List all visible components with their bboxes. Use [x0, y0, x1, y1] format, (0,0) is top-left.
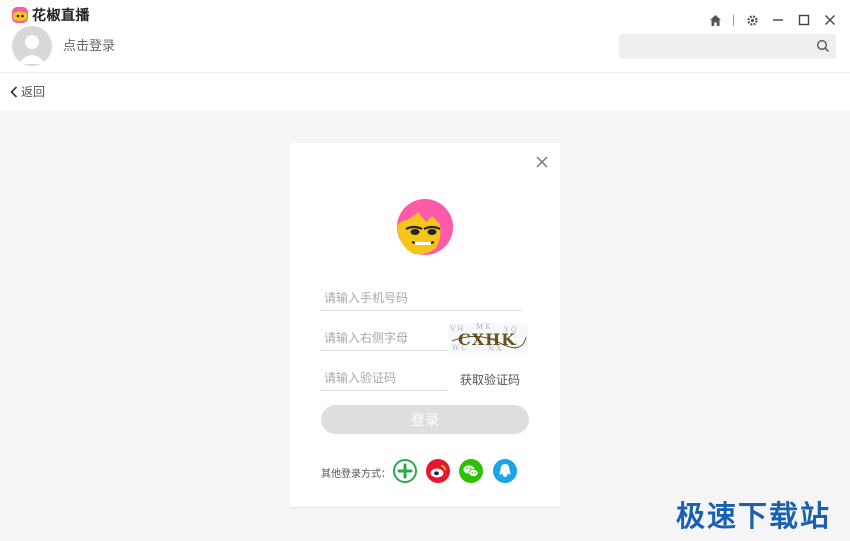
maximize-button[interactable]	[796, 12, 812, 28]
app-title: 花椒直播	[32, 7, 90, 23]
watermark: 极速下载站	[676, 501, 832, 533]
close-icon	[825, 15, 835, 25]
login-wechat-button[interactable]	[459, 459, 483, 483]
search-icon[interactable]	[816, 39, 830, 53]
login-360-button[interactable]	[393, 459, 417, 483]
qq-icon	[499, 464, 511, 477]
settings-button[interactable]	[744, 12, 760, 28]
chevron-left-icon	[10, 85, 18, 98]
get-code-button[interactable]: 获取验证码	[460, 371, 520, 388]
gear-icon	[746, 14, 758, 26]
search-input[interactable]	[619, 34, 809, 59]
captcha-letters-input[interactable]	[321, 325, 447, 351]
mascot-logo	[397, 199, 453, 255]
login-dialog: V HM KY Q W CN XP CXHK 获取验证码 登录 其他登录方式：	[290, 143, 560, 508]
back-bar: 返回	[0, 73, 850, 111]
search-box	[619, 34, 836, 59]
weibo-icon	[430, 465, 446, 478]
title-bar: 花椒直播 点击登录	[0, 0, 850, 73]
close-button[interactable]	[822, 12, 838, 28]
login-weibo-button[interactable]	[426, 459, 450, 483]
phone-input[interactable]	[321, 285, 522, 311]
user-icon	[18, 35, 46, 64]
home-icon	[709, 14, 721, 26]
back-button[interactable]: 返回	[10, 83, 45, 100]
minimize-button[interactable]	[770, 12, 786, 28]
divider	[733, 14, 734, 26]
close-icon[interactable]	[535, 155, 549, 169]
360-icon	[397, 463, 413, 479]
login-qq-button[interactable]	[493, 459, 517, 483]
app-logo: 花椒直播	[11, 5, 90, 25]
login-prompt-link[interactable]: 点击登录	[63, 35, 115, 54]
other-methods-label: 其他登录方式：	[321, 469, 391, 480]
login-button[interactable]: 登录	[321, 405, 529, 434]
maximize-icon	[798, 14, 810, 26]
back-label: 返回	[21, 85, 46, 99]
captcha-image[interactable]: V HM KY Q W CN XP CXHK	[448, 323, 528, 353]
verification-code-input[interactable]	[321, 365, 447, 391]
minimize-icon	[773, 19, 783, 21]
logo-icon	[12, 7, 28, 23]
avatar[interactable]	[12, 26, 52, 66]
home-button[interactable]	[707, 12, 723, 28]
wechat-icon	[463, 465, 479, 477]
window-controls	[697, 12, 838, 28]
